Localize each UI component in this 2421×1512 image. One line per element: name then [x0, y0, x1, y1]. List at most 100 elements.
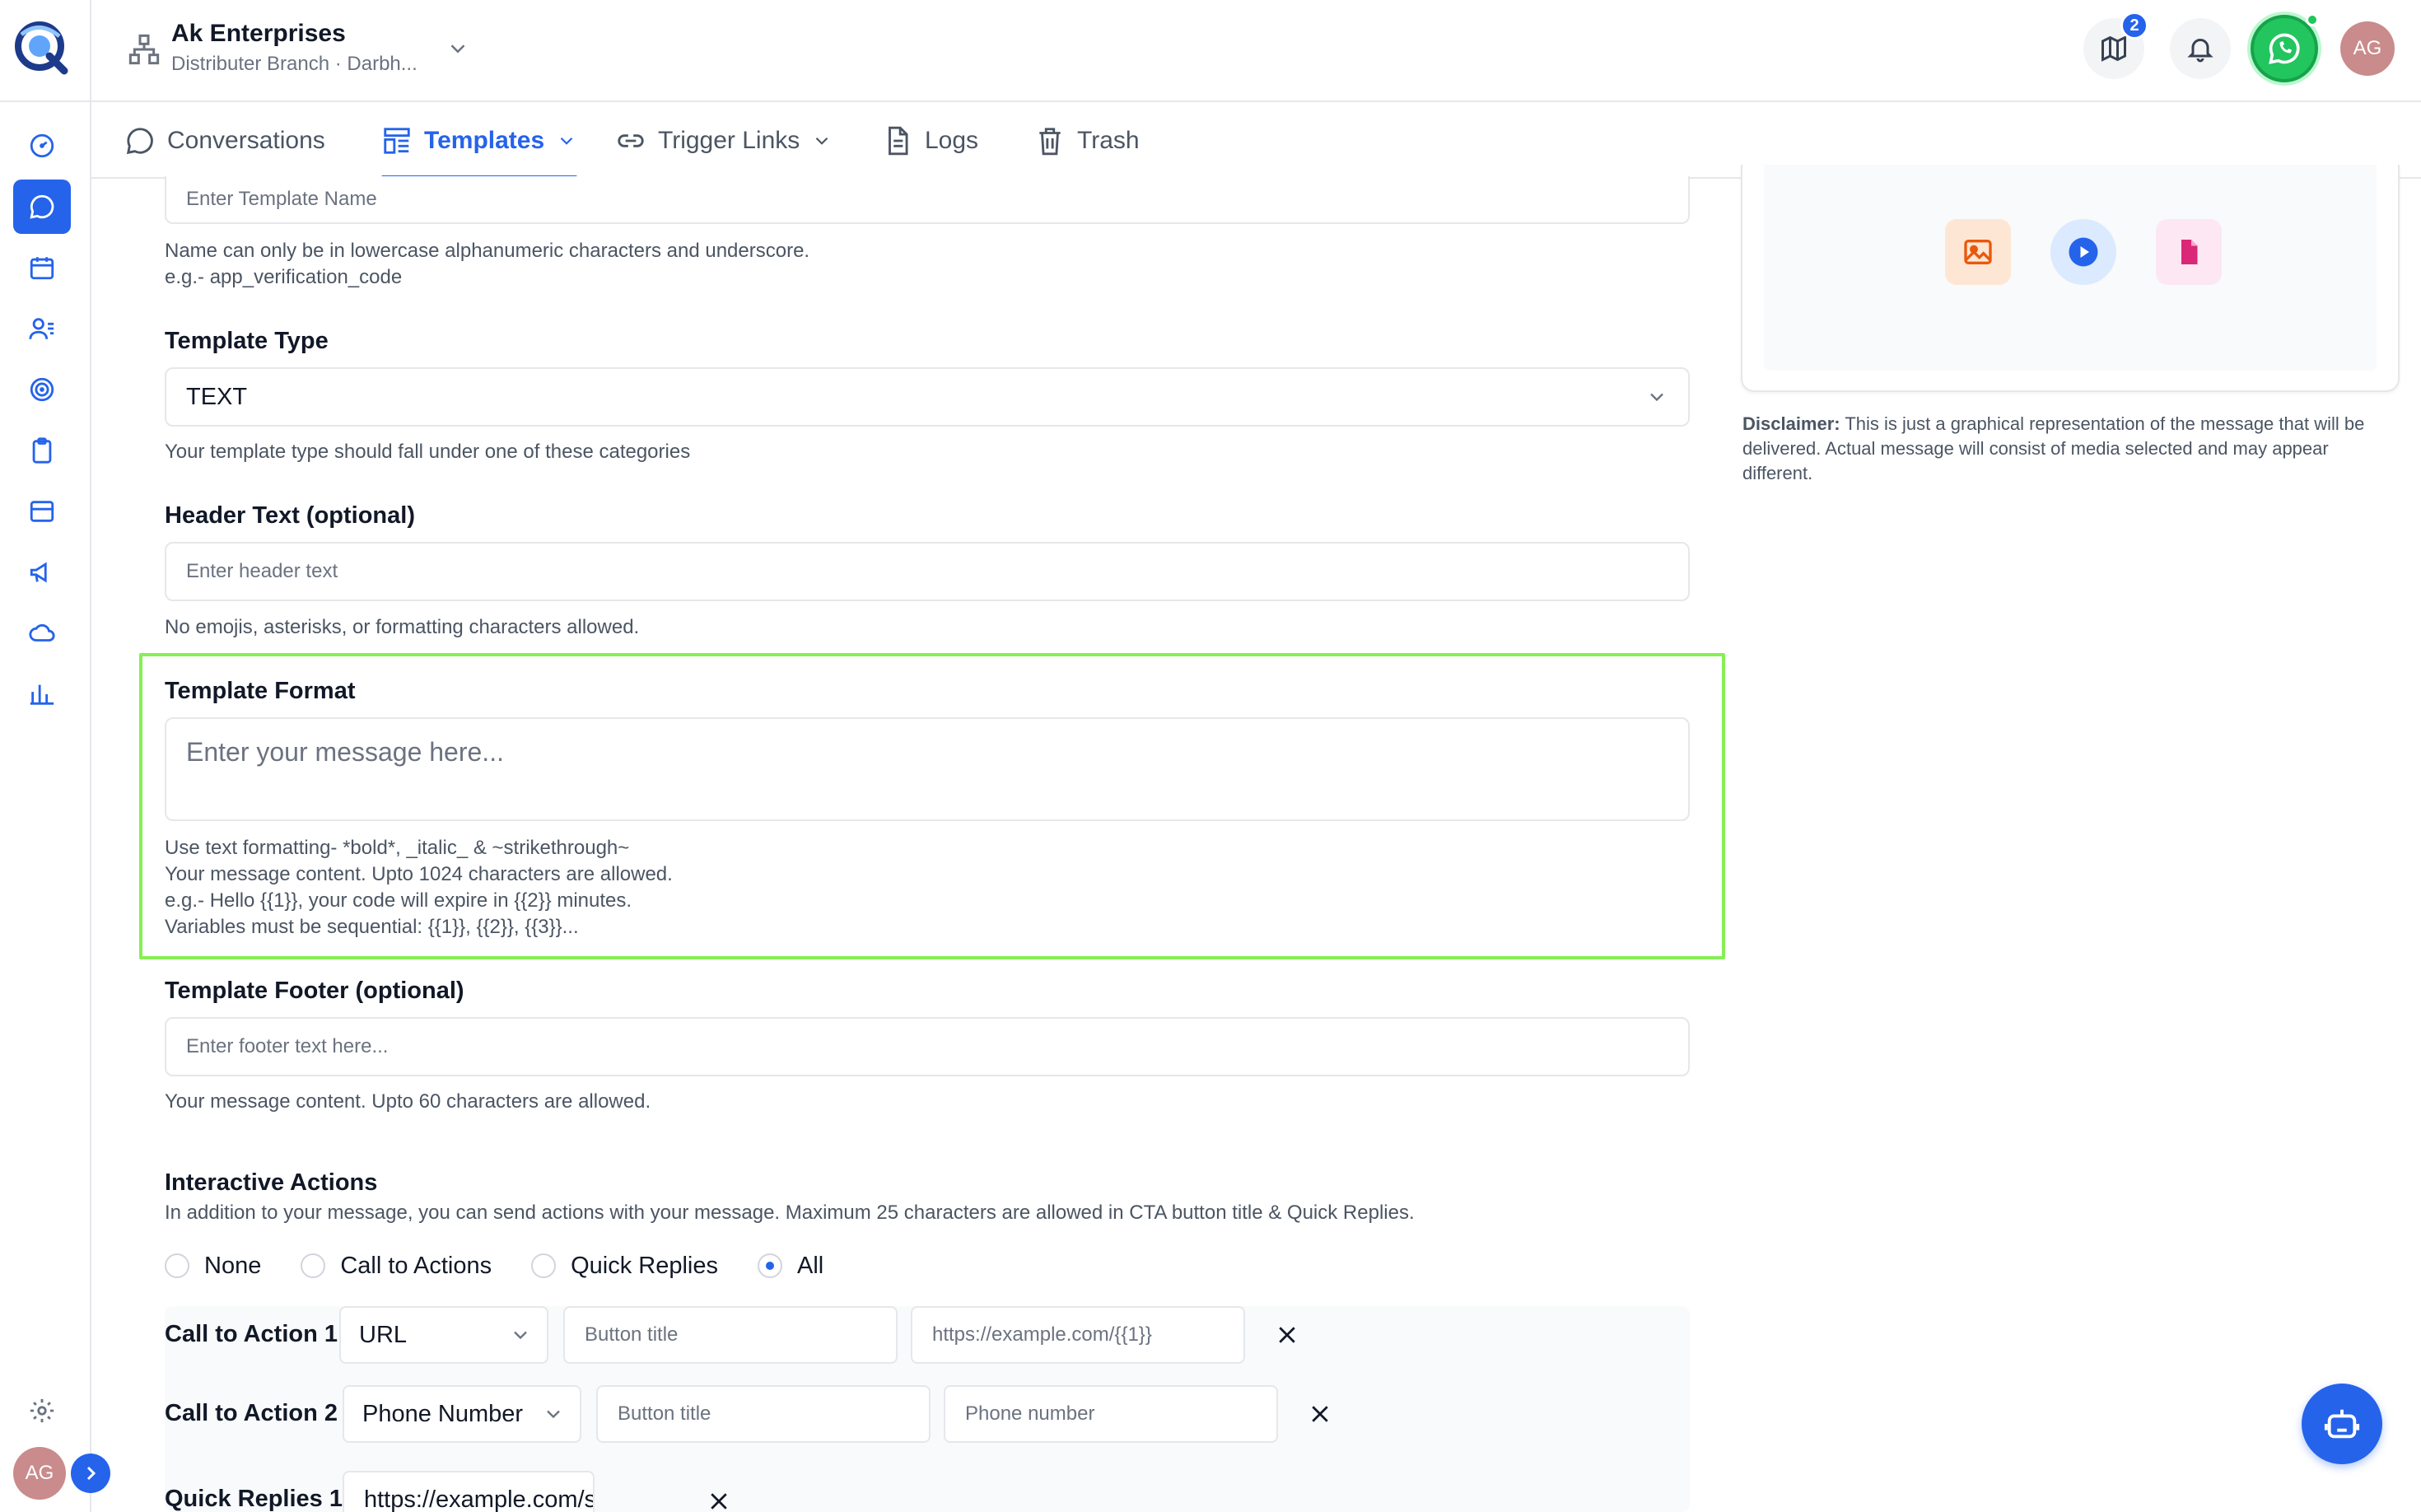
- sidebar-expand-button[interactable]: [71, 1454, 110, 1493]
- cta1-type-select[interactable]: URL: [339, 1306, 548, 1364]
- app-logo-icon[interactable]: [12, 18, 71, 77]
- cta2-title-input[interactable]: Button title: [596, 1385, 931, 1443]
- tab-templates[interactable]: Templates: [381, 102, 578, 179]
- sidebar-item-settings[interactable]: [13, 1384, 71, 1438]
- radio-dot[interactable]: [165, 1253, 189, 1278]
- sidebar-avatar[interactable]: AG: [13, 1447, 66, 1500]
- tab-label: Logs: [925, 126, 979, 154]
- footer-input[interactable]: Enter footer text here...: [165, 1017, 1690, 1076]
- format-help-example: e.g.- Hello {{1}}, your code will expire…: [165, 889, 632, 912]
- chevron-right-icon: [86, 1466, 96, 1481]
- close-icon[interactable]: [1308, 1402, 1332, 1426]
- template-name-input[interactable]: Enter Template Name: [165, 176, 1690, 224]
- sidebar-item-conversations[interactable]: [13, 180, 71, 234]
- template-type-select[interactable]: TEXT: [165, 367, 1690, 427]
- map-icon: [2101, 35, 2126, 62]
- radio-dot-selected[interactable]: [758, 1253, 782, 1278]
- video-play-icon: [2069, 237, 2098, 267]
- tab-label: Trash: [1077, 126, 1140, 154]
- footer-label: Template Footer (optional): [165, 978, 464, 1004]
- left-sidebar: AG: [0, 0, 110, 1512]
- tab-conversations[interactable]: Conversations: [124, 102, 325, 179]
- bell-icon: [2187, 39, 2213, 63]
- document-icon: [889, 126, 908, 155]
- header-text-help: No emojis, asterisks, or formatting char…: [165, 616, 640, 638]
- sidebar-item-dashboard[interactable]: [13, 119, 71, 173]
- cta2-label: Call to Action 2: [165, 1400, 338, 1426]
- chevron-down-icon[interactable]: [445, 36, 470, 61]
- radio-dot[interactable]: [531, 1253, 557, 1278]
- media-video-option[interactable]: [2050, 219, 2116, 285]
- sidebar-item-analytics[interactable]: [13, 667, 71, 721]
- user-avatar[interactable]: AG: [2340, 21, 2395, 76]
- close-icon[interactable]: [707, 1489, 731, 1512]
- cta2-phone-input[interactable]: Phone number: [944, 1385, 1278, 1443]
- template-type-value: TEXT: [186, 383, 248, 410]
- online-status-dot: [2306, 13, 2319, 26]
- sidebar-item-contacts[interactable]: [13, 301, 71, 356]
- tab-logs[interactable]: Logs: [882, 102, 978, 179]
- template-format-label: Template Format: [165, 678, 356, 704]
- org-branch[interactable]: Distributer Branch · Darbh...: [171, 53, 417, 76]
- users-list-icon: [29, 318, 54, 339]
- calendar-icon: [30, 257, 54, 280]
- radio-none[interactable]: None: [165, 1253, 261, 1280]
- template-icon: [384, 127, 410, 154]
- chatbot-button[interactable]: [2302, 1384, 2382, 1464]
- radio-quick-replies[interactable]: Quick Replies: [531, 1253, 718, 1280]
- disclaimer-title: Disclaimer:: [1742, 413, 1840, 434]
- image-icon: [1964, 240, 1992, 264]
- radio-call-to-actions[interactable]: Call to Actions: [301, 1253, 492, 1280]
- notifications-button[interactable]: [2170, 18, 2231, 79]
- document-icon: [2181, 240, 2198, 264]
- sidebar-item-campaigns[interactable]: [13, 545, 71, 600]
- format-help-formatting: Use text formatting- *bold*, _italic_ & …: [165, 837, 630, 859]
- format-help-variables: Variables must be sequential: {{1}}, {{2…: [165, 916, 579, 938]
- sidebar-item-targets[interactable]: [13, 362, 71, 417]
- cta1-label: Call to Action 1: [165, 1321, 338, 1347]
- sidebar-item-calendar[interactable]: [13, 240, 71, 295]
- interactive-actions-help: In addition to your message, you can sen…: [165, 1202, 1415, 1224]
- radio-dot[interactable]: [301, 1253, 326, 1278]
- sidebar-item-inbox[interactable]: [13, 484, 71, 539]
- header-text-label: Header Text (optional): [165, 502, 415, 529]
- header-text-input[interactable]: Enter header text: [165, 542, 1690, 601]
- inbox-icon: [30, 501, 54, 522]
- quick-reply1-input[interactable]: https://example.com/sale: [343, 1471, 595, 1512]
- media-document-option[interactable]: [2156, 219, 2222, 285]
- sidebar-item-clipboard[interactable]: [13, 423, 71, 478]
- radio-label: None: [204, 1252, 262, 1279]
- radio-all[interactable]: All: [758, 1253, 823, 1280]
- chevron-down-icon: [547, 1410, 560, 1419]
- quick-reply1-label: Quick Replies 1: [165, 1486, 343, 1512]
- link-icon: [618, 133, 644, 147]
- chat-bubble-icon: [126, 127, 153, 154]
- rail-divider: [0, 100, 91, 102]
- sidebar-item-cloud[interactable]: [13, 606, 71, 660]
- speedometer-icon: [30, 133, 54, 158]
- tab-trigger-links[interactable]: Trigger Links: [615, 102, 833, 179]
- radio-label: All: [797, 1252, 824, 1279]
- preview-media-area: [1764, 165, 2377, 371]
- close-icon[interactable]: [1275, 1323, 1299, 1347]
- cta2-type-select[interactable]: Phone Number: [343, 1385, 581, 1443]
- cta-panel: Call to Action 1 URL Button title https:…: [165, 1306, 1690, 1512]
- template-format-textarea[interactable]: Enter your message here...: [165, 717, 1690, 821]
- trash-icon: [1039, 127, 1061, 155]
- format-help-limit: Your message content. Upto 1024 characte…: [165, 863, 673, 885]
- template-name-example: e.g.- app_verification_code: [165, 266, 403, 288]
- tab-trash[interactable]: Trash: [1034, 102, 1140, 179]
- cta2-type-value: Phone Number: [362, 1400, 524, 1427]
- robot-icon: [2324, 1409, 2360, 1439]
- template-name-help: Name can only be in lowercase alphanumer…: [165, 240, 810, 262]
- gear-icon: [30, 1398, 54, 1423]
- org-name[interactable]: Ak Enterprises: [171, 20, 346, 48]
- media-image-option[interactable]: [1945, 219, 2011, 285]
- template-type-help: Your template type should fall under one…: [165, 441, 691, 463]
- preview-disclaimer: Disclaimer: This is just a graphical rep…: [1742, 412, 2401, 486]
- cta1-title-input[interactable]: Button title: [563, 1306, 898, 1364]
- interactive-actions-label: Interactive Actions: [165, 1169, 378, 1196]
- cta1-url-input[interactable]: https://example.com/{{1}}: [911, 1306, 1245, 1364]
- tab-label: Conversations: [167, 126, 325, 154]
- org-hierarchy-icon: [128, 34, 160, 65]
